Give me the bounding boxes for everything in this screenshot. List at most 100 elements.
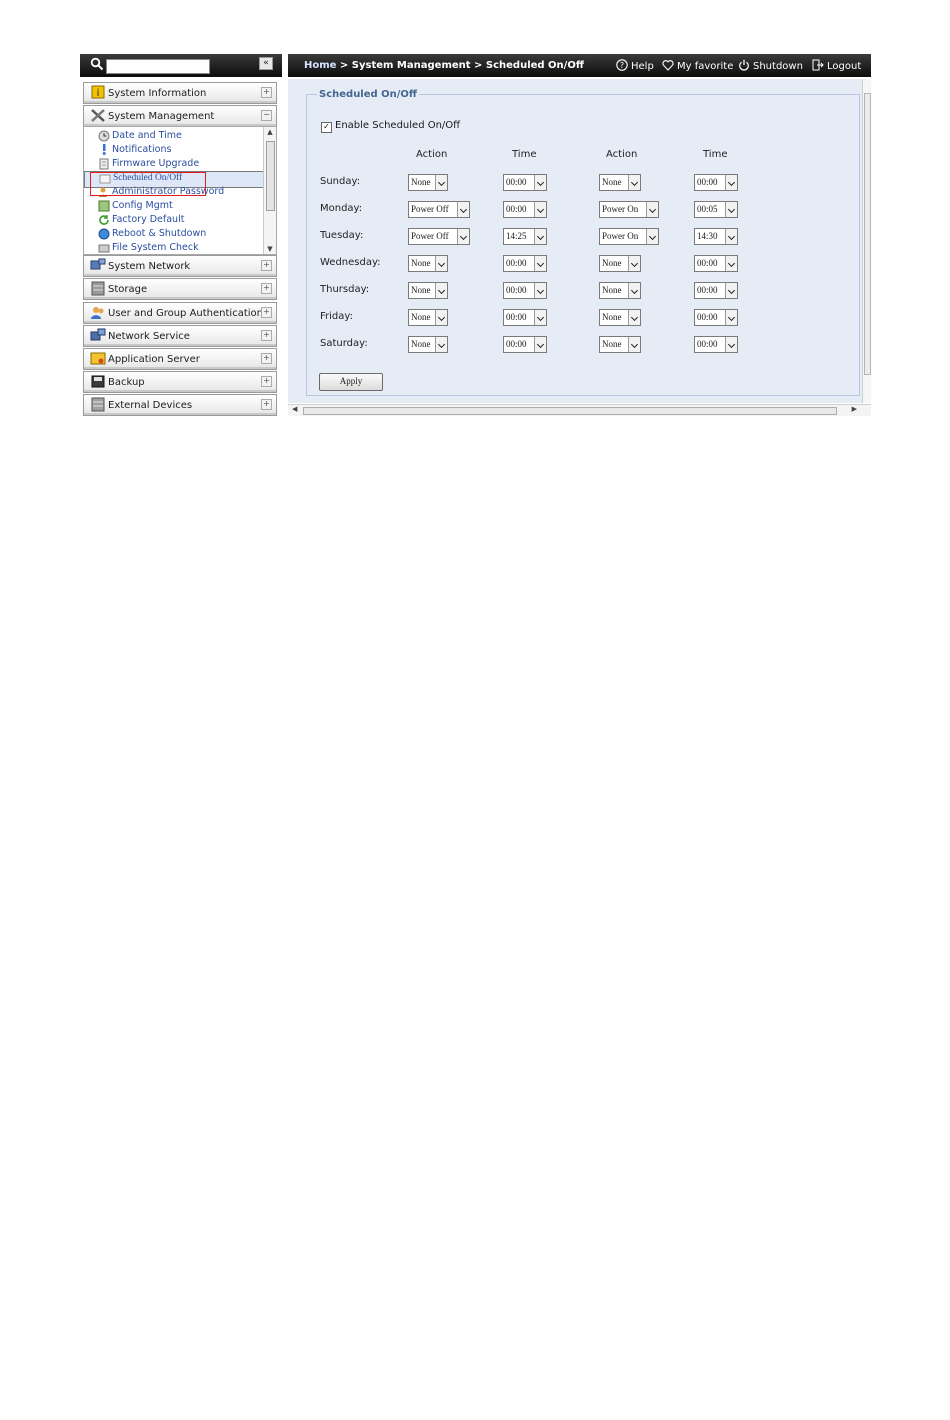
chevron-down-icon[interactable] (435, 175, 447, 190)
scroll-left-arrow-icon[interactable]: ◀ (292, 405, 297, 413)
horizontal-scrollbar[interactable]: ◀ ▶ (288, 404, 871, 416)
submenu-item-reboot-shutdown[interactable]: Reboot & Shutdown (84, 227, 262, 241)
chevron-down-icon[interactable] (628, 256, 640, 271)
time-select[interactable]: 00:00 (694, 282, 738, 299)
expand-icon[interactable]: + (261, 376, 272, 387)
chevron-down-icon[interactable] (646, 202, 658, 217)
chevron-down-icon[interactable] (628, 337, 640, 352)
breadcrumb-home-link[interactable]: Home (304, 60, 336, 71)
sidebar-item-external-devices[interactable]: External Devices + (83, 394, 277, 416)
chevron-down-icon[interactable] (534, 256, 546, 271)
chevron-down-icon[interactable] (435, 310, 447, 325)
chevron-down-icon[interactable] (435, 337, 447, 352)
vertical-scrollbar[interactable] (862, 79, 871, 403)
submenu-item-file-system-check[interactable]: File System Check (84, 241, 262, 254)
expand-icon[interactable]: + (261, 399, 272, 410)
chevron-down-icon[interactable] (534, 310, 546, 325)
submenu-item-notifications[interactable]: Notifications (84, 143, 262, 157)
time-select[interactable]: 00:00 (503, 309, 547, 326)
action-select[interactable]: Power On (599, 201, 659, 218)
scroll-right-arrow-icon[interactable]: ▶ (852, 405, 857, 413)
sidebar-item-network-service[interactable]: Network Service + (83, 325, 277, 347)
action-select[interactable]: Power On (599, 228, 659, 245)
expand-icon[interactable]: + (261, 353, 272, 364)
action-select[interactable]: None (599, 309, 641, 326)
time-select[interactable]: 00:00 (694, 309, 738, 326)
sidebar-item-system-network[interactable]: System Network + (83, 255, 277, 277)
sidebar-item-application-server[interactable]: Application Server + (83, 348, 277, 370)
time-select[interactable]: 00:00 (503, 255, 547, 272)
sidebar-item-user-and-group-authentication[interactable]: User and Group Authentication + (83, 302, 277, 324)
chevron-down-icon[interactable] (435, 256, 447, 271)
time-select[interactable]: 00:00 (503, 336, 547, 353)
chevron-down-icon[interactable] (725, 202, 737, 217)
action-select[interactable]: None (408, 309, 448, 326)
expand-icon[interactable]: + (261, 260, 272, 271)
expand-icon[interactable]: + (261, 330, 272, 341)
search-input[interactable] (106, 59, 210, 74)
chevron-down-icon[interactable] (725, 337, 737, 352)
sidebar-item-system-management[interactable]: System Management − (83, 105, 277, 127)
action-select[interactable]: None (599, 174, 641, 191)
enable-scheduled-checkbox[interactable]: ✓ (321, 122, 332, 133)
chevron-down-icon[interactable] (534, 337, 546, 352)
time-select[interactable]: 00:05 (694, 201, 738, 218)
shutdown-button[interactable]: Shutdown (738, 59, 803, 72)
chevron-down-icon[interactable] (534, 229, 546, 244)
chevron-down-icon[interactable] (534, 283, 546, 298)
action-select[interactable]: None (408, 174, 448, 191)
action-select[interactable]: None (599, 255, 641, 272)
action-select[interactable]: Power Off (408, 201, 470, 218)
chevron-down-icon[interactable] (725, 310, 737, 325)
chevron-down-icon[interactable] (457, 229, 469, 244)
time-select[interactable]: 00:00 (503, 282, 547, 299)
help-button[interactable]: ? Help (616, 59, 654, 72)
submenu-item-date-and-time[interactable]: Date and Time (84, 129, 262, 143)
expand-icon[interactable]: + (261, 283, 272, 294)
chevron-down-icon[interactable] (628, 310, 640, 325)
submenu-item-firmware-upgrade[interactable]: Firmware Upgrade (84, 157, 262, 171)
expand-icon[interactable]: + (261, 87, 272, 98)
action-select[interactable]: None (408, 282, 448, 299)
submenu-item-administrator-password[interactable]: Administrator Password (84, 185, 262, 199)
submenu-scrollbar[interactable]: ▲ ▼ (263, 127, 276, 254)
apply-button[interactable]: Apply (319, 373, 383, 391)
scroll-down-arrow-icon[interactable]: ▼ (266, 245, 274, 253)
action-select[interactable]: Power Off (408, 228, 470, 245)
sidebar-item-system-information[interactable]: i System Information + (83, 82, 277, 104)
scroll-up-arrow-icon[interactable]: ▲ (266, 128, 274, 136)
submenu-item-config-mgmt[interactable]: Config Mgmt (84, 199, 262, 213)
chevron-down-icon[interactable] (534, 175, 546, 190)
chevron-down-icon[interactable] (725, 283, 737, 298)
action-select[interactable]: None (599, 282, 641, 299)
chevron-down-icon[interactable] (725, 256, 737, 271)
time-select[interactable]: 14:30 (694, 228, 738, 245)
submenu-item-factory-default[interactable]: Factory Default (84, 213, 262, 227)
chevron-down-icon[interactable] (646, 229, 658, 244)
logout-button[interactable]: Logout (812, 59, 861, 72)
chevron-down-icon[interactable] (457, 202, 469, 217)
horizontal-scroll-thumb[interactable] (303, 407, 837, 415)
action-select[interactable]: None (599, 336, 641, 353)
time-select[interactable]: 00:00 (694, 336, 738, 353)
chevron-down-icon[interactable] (534, 202, 546, 217)
time-select[interactable]: 00:00 (503, 201, 547, 218)
chevron-down-icon[interactable] (725, 175, 737, 190)
expand-icon[interactable]: + (261, 307, 272, 318)
my-favorite-button[interactable]: My favorite (662, 59, 733, 72)
time-select[interactable]: 00:00 (694, 255, 738, 272)
time-select[interactable]: 00:00 (503, 174, 547, 191)
sidebar-item-backup[interactable]: Backup + (83, 371, 277, 393)
sidebar-item-storage[interactable]: Storage + (83, 278, 277, 300)
time-select[interactable]: 00:00 (694, 174, 738, 191)
chevron-down-icon[interactable] (628, 175, 640, 190)
chevron-down-icon[interactable] (628, 283, 640, 298)
vertical-scroll-thumb[interactable] (864, 93, 871, 375)
time-select[interactable]: 14:25 (503, 228, 547, 245)
collapse-icon[interactable]: − (261, 110, 272, 121)
action-select[interactable]: None (408, 336, 448, 353)
collapse-sidebar-button[interactable]: « (259, 57, 273, 70)
chevron-down-icon[interactable] (435, 283, 447, 298)
chevron-down-icon[interactable] (725, 229, 737, 244)
scroll-thumb[interactable] (266, 141, 275, 211)
